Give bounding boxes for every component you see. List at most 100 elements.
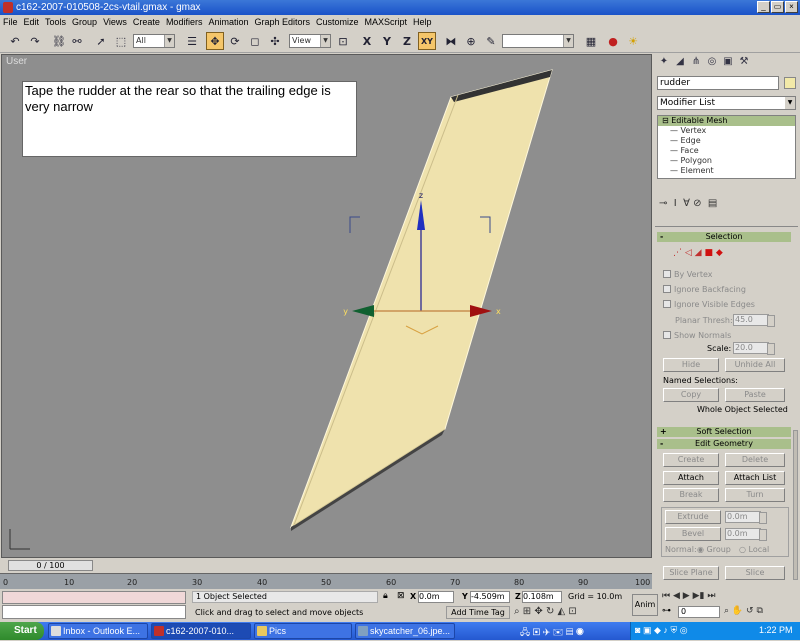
menu-group[interactable]: Group [69, 15, 100, 29]
axis-x-icon[interactable]: X [358, 32, 376, 50]
zoom-all-icon[interactable]: ⊞ [523, 606, 531, 617]
tray-app-icon[interactable]: ◎ [680, 625, 688, 635]
task-skycatcher[interactable]: skycatcher_06.jpe... [355, 623, 455, 639]
panel-scrollbar[interactable] [793, 430, 798, 580]
next-frame-icon[interactable]: ▶▮ [693, 591, 705, 601]
tray-app-icon[interactable]: ◆ [654, 625, 661, 635]
selection-rollout-header[interactable]: - Selection [657, 232, 791, 242]
hide-button[interactable]: Hide [663, 358, 719, 372]
utilities-tab-icon[interactable]: ⚒ [736, 56, 752, 70]
volume-icon[interactable]: ♪ [663, 625, 668, 635]
redo-icon[interactable]: ↷ [26, 32, 44, 50]
arc-rotate-icon[interactable]: ↺ [746, 606, 754, 616]
rotate-icon[interactable]: ⟳ [226, 32, 244, 50]
network-icon[interactable]: 🖧︎ [520, 627, 530, 637]
unhide-all-button[interactable]: Unhide All [725, 358, 785, 372]
selection-filter-dropdown[interactable]: All ▼ [133, 34, 175, 48]
coord-z-field[interactable]: 0.108m [522, 591, 562, 603]
make-unique-icon[interactable]: ∀ [683, 198, 690, 209]
ignore-backfacing-checkbox[interactable]: Ignore Backfacing [663, 285, 746, 295]
time-slider[interactable]: 0 / 100 [8, 560, 93, 571]
ignore-visible-edges-checkbox[interactable]: Ignore Visible Edges [663, 300, 755, 310]
paste-button[interactable]: Paste [725, 388, 785, 402]
hierarchy-tab-icon[interactable]: ⋔ [688, 56, 704, 70]
quick-render-icon[interactable]: ☀ [624, 32, 642, 50]
soft-selection-rollout-header[interactable]: + Soft Selection [657, 427, 791, 437]
close-button[interactable]: × [785, 1, 798, 13]
move-icon[interactable]: ✥ [206, 32, 224, 50]
snap-icon[interactable]: ✎ [482, 32, 500, 50]
play-icon[interactable]: ▶ [683, 591, 690, 601]
app-icon[interactable]: ▣ [533, 627, 541, 637]
stack-root[interactable]: ⊟ Editable Mesh [658, 116, 795, 126]
absolute-mode-icon[interactable]: ⊠ [397, 591, 405, 601]
element-level-icon[interactable]: ◆ [716, 248, 723, 258]
stack-item-element[interactable]: — Element [658, 166, 795, 176]
maximize-viewport-icon[interactable]: ⧉ [756, 606, 762, 616]
scale-icon[interactable]: ◻ [246, 32, 264, 50]
attach-button[interactable]: Attach [663, 471, 719, 485]
key-mode-icon[interactable]: ⊶ [662, 606, 676, 618]
task-gmax[interactable]: c162-2007-010... [151, 623, 251, 639]
extrude-button[interactable]: Extrude [665, 510, 721, 524]
polygon-level-icon[interactable]: ■ [704, 248, 713, 258]
axis-y-icon[interactable]: Y [378, 32, 396, 50]
object-name-field[interactable]: rudder [657, 76, 779, 90]
app-icon[interactable]: ✈ [543, 627, 551, 637]
menu-file[interactable]: File [0, 15, 21, 29]
task-pics[interactable]: Pics [254, 623, 352, 639]
maxscript-listener-mini[interactable] [2, 591, 186, 604]
pan-icon[interactable]: ✥ [534, 606, 542, 617]
menu-customize[interactable]: Customize [313, 15, 362, 29]
slice-button[interactable]: Slice [725, 566, 785, 580]
previous-frame-icon[interactable]: ◀ [673, 591, 680, 601]
material-editor-icon[interactable]: ▦ [582, 32, 600, 50]
vertex-level-icon[interactable]: ⋰ [673, 248, 682, 258]
stack-item-edge[interactable]: — Edge [658, 136, 795, 146]
select-by-name-icon[interactable]: ☰ [183, 32, 201, 50]
minimize-button[interactable]: _ [757, 1, 770, 13]
start-button[interactable]: Start [0, 622, 44, 640]
pivot-center-icon[interactable]: ⊡ [334, 32, 352, 50]
coord-x-field[interactable]: 0.0m [418, 591, 454, 603]
menu-edit[interactable]: Edit [21, 15, 43, 29]
menu-help[interactable]: Help [410, 15, 435, 29]
restore-button[interactable]: ▭ [771, 1, 784, 13]
field-of-view-icon[interactable]: ◭ [558, 606, 566, 617]
stack-item-polygon[interactable]: — Polygon [658, 156, 795, 166]
show-end-result-icon[interactable]: Ⅰ [674, 198, 677, 209]
add-time-tag-button[interactable]: Add Time Tag [446, 606, 510, 619]
show-normals-checkbox[interactable]: Show Normals [663, 331, 731, 341]
menu-graph-editors[interactable]: Graph Editors [251, 15, 313, 29]
menu-maxscript[interactable]: MAXScript [362, 15, 411, 29]
viewport-user[interactable]: User z x y Tape the rudder at the rear s… [1, 54, 652, 558]
reference-coord-dropdown[interactable]: View ▼ [289, 34, 331, 48]
edit-geometry-rollout-header[interactable]: - Edit Geometry [657, 439, 791, 449]
slice-plane-button[interactable]: Slice Plane [663, 566, 719, 580]
create-button[interactable]: Create [663, 453, 719, 467]
bevel-button[interactable]: Bevel [665, 527, 721, 541]
modifier-list-dropdown[interactable]: Modifier List ▼ [657, 96, 796, 110]
named-selection-dropdown[interactable]: ▼ [502, 34, 574, 48]
render-icon[interactable]: ● [604, 32, 622, 50]
app-icon[interactable]: ◉ [576, 627, 584, 637]
display-tab-icon[interactable]: ▣ [720, 56, 736, 70]
delete-button[interactable]: Delete [725, 453, 785, 467]
remove-modifier-icon[interactable]: ⊘ [693, 198, 701, 209]
select-object-icon[interactable]: ➚ [92, 32, 110, 50]
zoom-extents-icon[interactable]: ⊡ [568, 606, 576, 617]
menu-views[interactable]: Views [100, 15, 130, 29]
align-icon[interactable]: ⊕ [462, 32, 480, 50]
undo-icon[interactable]: ↶ [6, 32, 24, 50]
mirror-icon[interactable]: ⧓ [442, 32, 460, 50]
zoom-region-icon[interactable]: ⌕ [724, 606, 729, 616]
folder-icon[interactable]: ▤ [566, 627, 574, 637]
turn-button[interactable]: Turn [725, 488, 785, 502]
animate-button[interactable]: Anim [632, 594, 658, 616]
unlink-icon[interactable]: ⚯ [68, 32, 86, 50]
pivot-icon[interactable]: ✣ [266, 32, 284, 50]
configure-sets-icon[interactable]: ▤ [708, 198, 717, 209]
menu-modifiers[interactable]: Modifiers [163, 15, 206, 29]
planar-thresh-spinner[interactable]: 45.0 [733, 314, 775, 327]
group-radio[interactable]: ◉ Group [697, 545, 731, 554]
